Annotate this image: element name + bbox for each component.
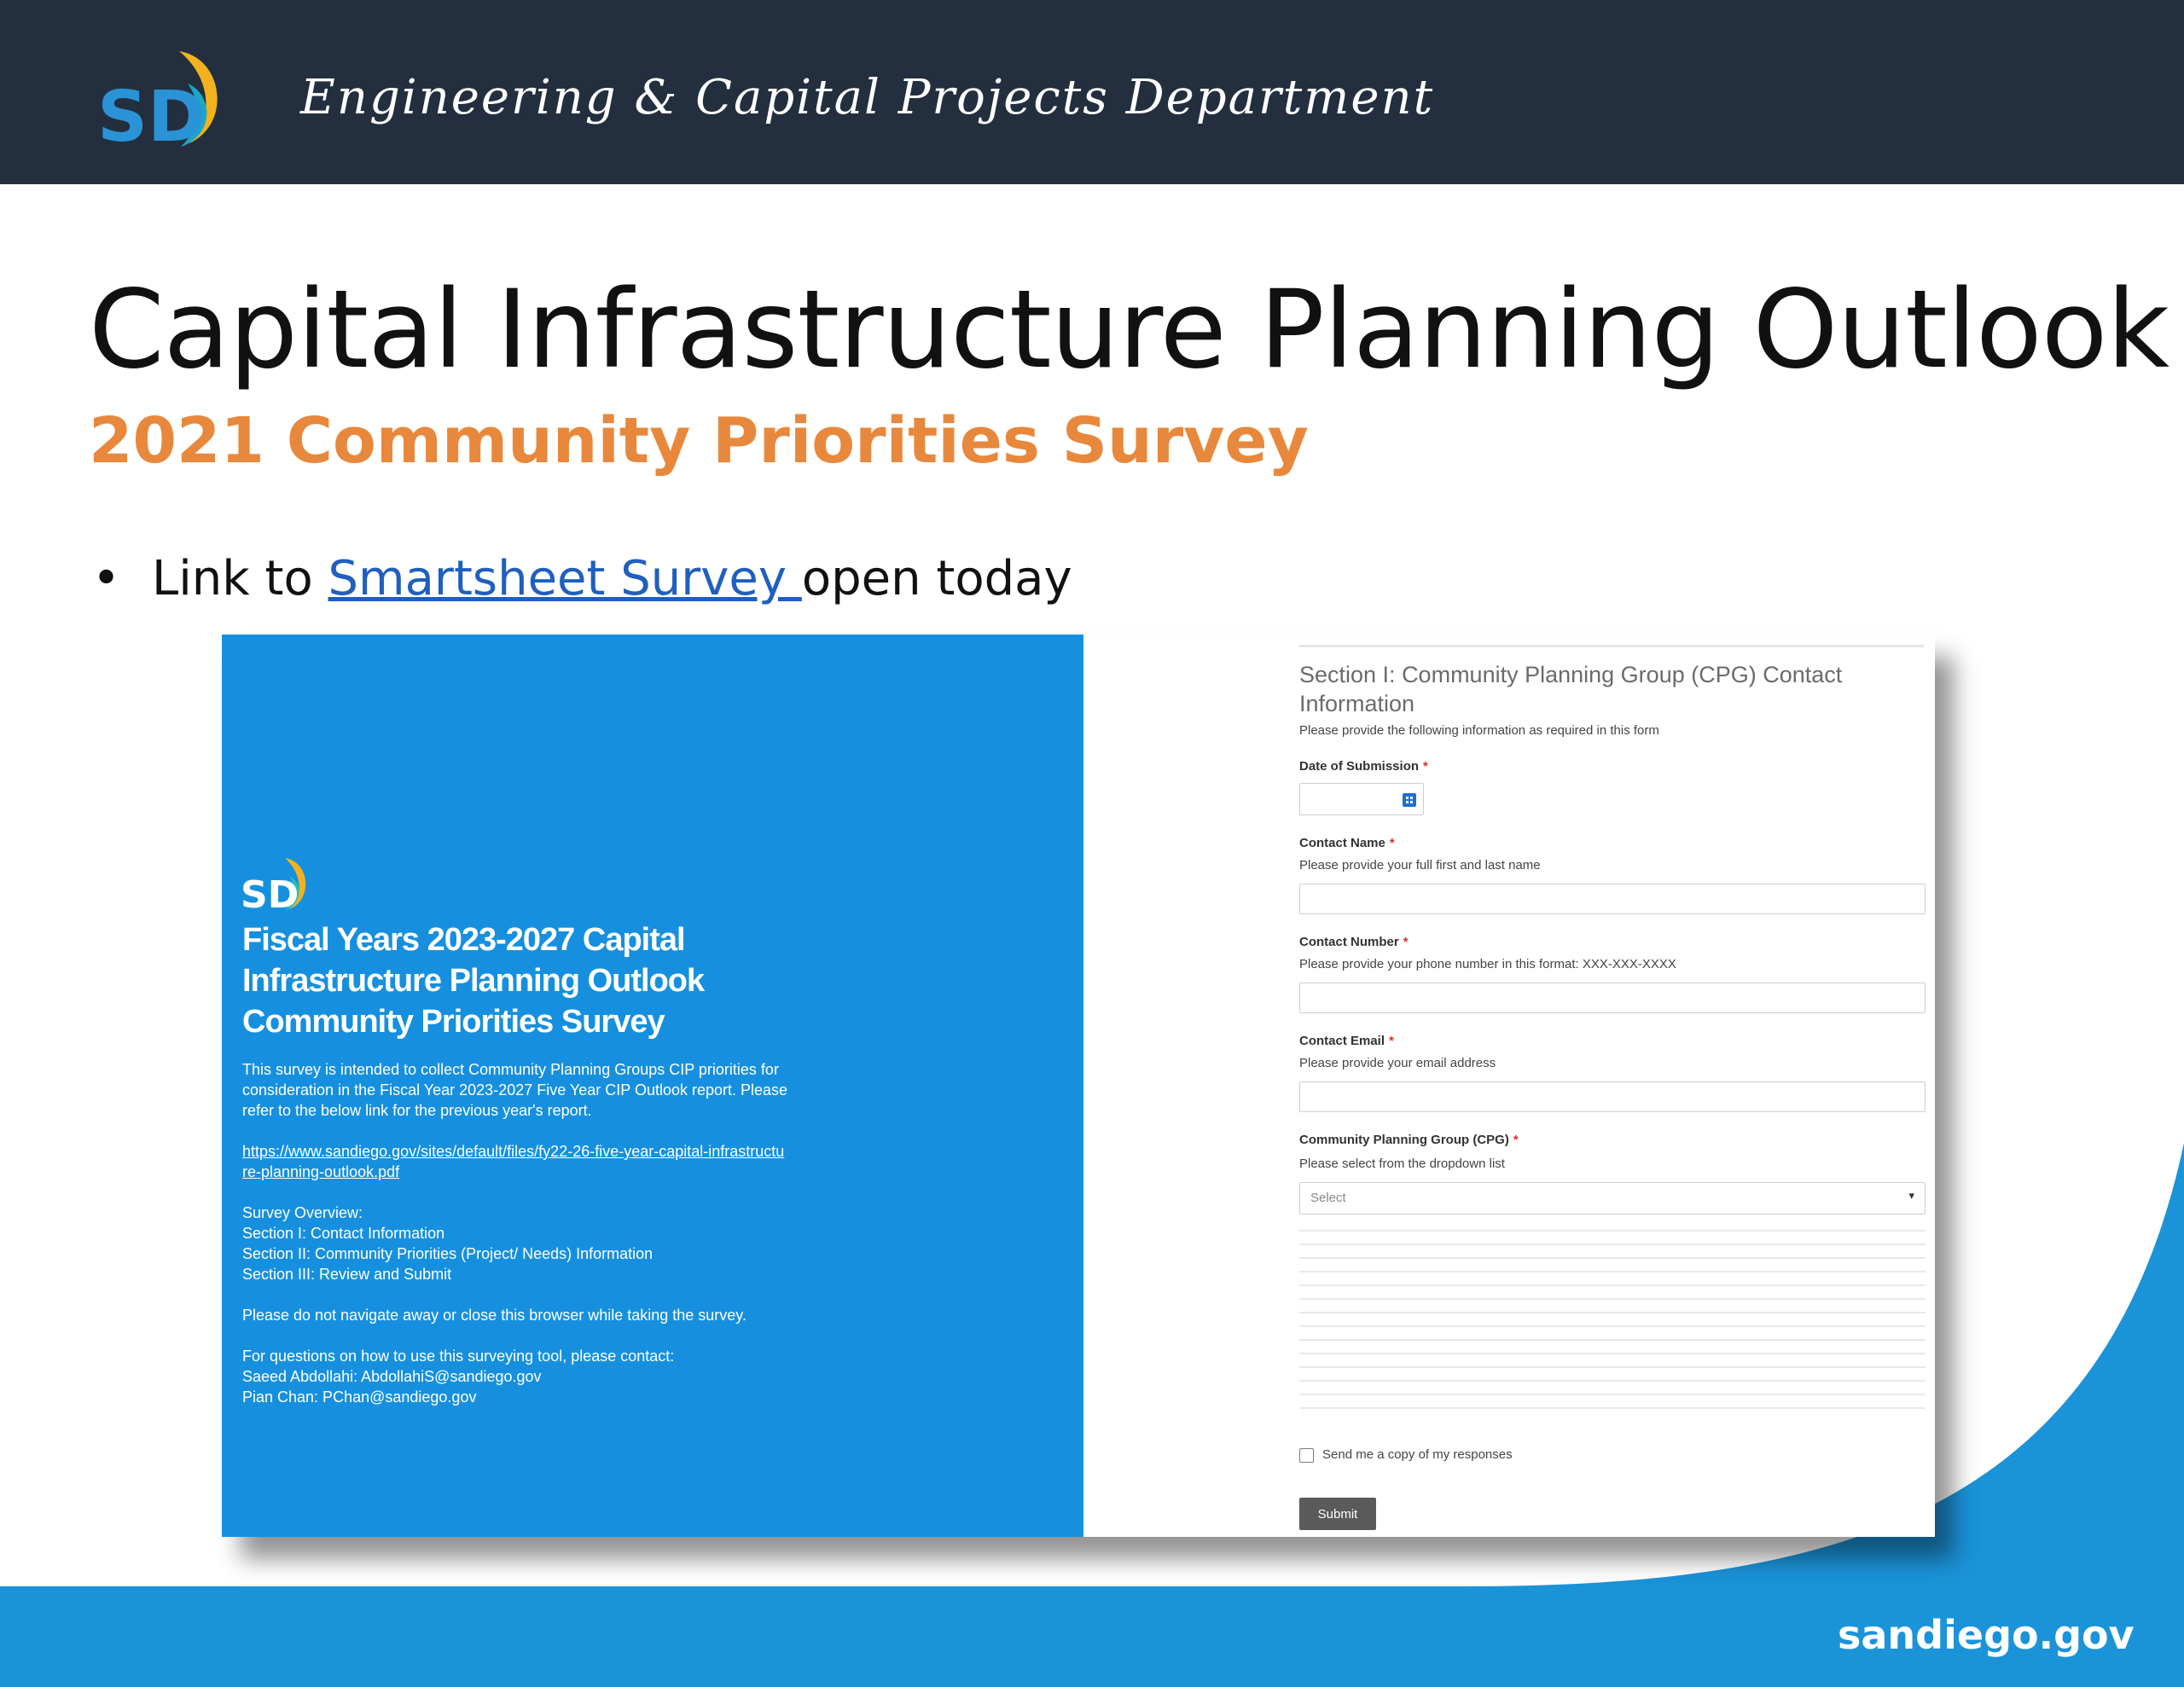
intro-title-line: Community Priorities Survey (242, 1004, 665, 1040)
contact-email-label-text: Contact Email (1299, 1034, 1385, 1048)
description-line: This survey is intended to collect Commu… (242, 1061, 779, 1078)
cpg-dropdown[interactable]: Select ▾ (1299, 1182, 1926, 1215)
previous-report-link[interactable]: https://www.sandiego.gov/sites/default/f… (242, 1141, 908, 1182)
sd-logo-icon: SD (97, 51, 218, 154)
contact-line: For questions on how to use this surveyi… (242, 1348, 675, 1365)
cpg-help: Please select from the dropdown list (1299, 1157, 1505, 1171)
contact-email-help: Please provide your email address (1299, 1056, 1496, 1070)
contact-email-input[interactable] (1299, 1081, 1926, 1112)
contact-name-input[interactable] (1299, 884, 1926, 914)
send-copy-label: Send me a copy of my responses (1322, 1447, 1513, 1462)
survey-contacts: For questions on how to use this surveyi… (242, 1346, 908, 1407)
overview-line: Section I: Contact Information (242, 1225, 445, 1242)
warning-line: Please do not navigate away or close thi… (242, 1307, 746, 1324)
report-link-line[interactable]: re-planning-outlook.pdf (242, 1162, 908, 1182)
report-link-line[interactable]: https://www.sandiego.gov/sites/default/f… (242, 1141, 908, 1162)
sandiego-gov-label: sandiego.gov (1838, 1612, 2135, 1658)
send-copy-checkbox[interactable] (1299, 1448, 1314, 1463)
svg-text:SD: SD (97, 77, 206, 154)
slide-title: Capital Infrastructure Planning Outlook (89, 266, 2169, 392)
section-description: Please provide the following information… (1299, 723, 1659, 738)
bullet-suffix: open today (801, 551, 1072, 606)
overview-line: Section II: Community Priorities (Projec… (242, 1245, 653, 1262)
cpg-label: Community Planning Group (CPG) * (1299, 1133, 1519, 1147)
slide-subtitle: 2021 Community Priorities Survey (89, 404, 1309, 478)
contact-number-label-text: Contact Number (1299, 935, 1399, 949)
required-mark: * (1403, 935, 1409, 949)
calendar-icon[interactable] (1403, 793, 1416, 807)
contact-number-label: Contact Number * (1299, 935, 1409, 949)
survey-intro-title: Fiscal Years 2023-2027 Capital Infrastru… (242, 919, 925, 1042)
survey-warning: Please do not navigate away or close thi… (242, 1305, 908, 1325)
required-mark: * (1513, 1133, 1519, 1147)
required-mark: * (1423, 759, 1428, 774)
bullet-prefix: Link to (152, 551, 328, 606)
department-title: Engineering & Capital Projects Departmen… (300, 70, 1435, 125)
chevron-down-icon[interactable]: ▾ (1908, 1189, 1914, 1203)
overview-line: Survey Overview: (242, 1204, 363, 1221)
contact-line: Pian Chan: PChan@sandiego.gov (242, 1388, 477, 1406)
svg-text:SD: SD (241, 873, 299, 914)
intro-title-line: Infrastructure Planning Outlook (242, 963, 705, 999)
bullet-dot-icon: • (92, 551, 121, 606)
cpg-select-value: Select (1310, 1191, 1346, 1205)
contact-email-label: Contact Email * (1299, 1034, 1394, 1048)
survey-overview: Survey Overview: Section I: Contact Info… (242, 1203, 908, 1284)
contact-name-help: Please provide your full first and last … (1299, 858, 1541, 872)
required-mark: * (1389, 1034, 1394, 1048)
intro-title-line: Fiscal Years 2023-2027 Capital (242, 922, 686, 958)
bullet-item: • Link to Smartsheet Survey open today (92, 551, 1072, 606)
form-divider (1299, 645, 1924, 647)
date-label-text: Date of Submission (1299, 759, 1420, 774)
cpg-label-text: Community Planning Group (CPG) (1299, 1133, 1509, 1147)
date-label: Date of Submission * (1299, 759, 1428, 774)
form-placeholder-lines (1299, 1230, 1926, 1421)
description-line: consideration in the Fiscal Year 2023-20… (242, 1081, 788, 1099)
contact-number-help: Please provide your phone number in this… (1299, 957, 1676, 971)
survey-description: This survey is intended to collect Commu… (242, 1059, 908, 1121)
survey-form-panel: Section I: Community Planning Group (CPG… (1083, 635, 1935, 1537)
section-title: Section I: Community Planning Group (CPG… (1299, 662, 1843, 716)
description-line: refer to the below link for the previous… (242, 1102, 592, 1119)
submit-button[interactable]: Submit (1299, 1498, 1376, 1530)
contact-number-input[interactable] (1299, 983, 1926, 1013)
required-mark: * (1389, 836, 1395, 850)
date-of-submission-input[interactable] (1299, 783, 1424, 815)
survey-screenshot: SD Fiscal Years 2023-2027 Capital Infras… (222, 635, 1935, 1537)
contact-name-label: Contact Name * (1299, 836, 1395, 850)
overview-line: Section III: Review and Submit (242, 1266, 452, 1283)
header-band: SD Engineering & Capital Projects Depart… (0, 0, 2184, 184)
contact-line: Saeed Abdollahi: AbdollahiS@sandiego.gov (242, 1368, 542, 1385)
sd-logo-icon: SD (241, 858, 306, 914)
survey-intro-panel: SD Fiscal Years 2023-2027 Capital Infras… (222, 635, 1083, 1537)
contact-name-label-text: Contact Name (1299, 836, 1385, 850)
smartsheet-survey-link[interactable]: Smartsheet Survey (328, 551, 802, 606)
